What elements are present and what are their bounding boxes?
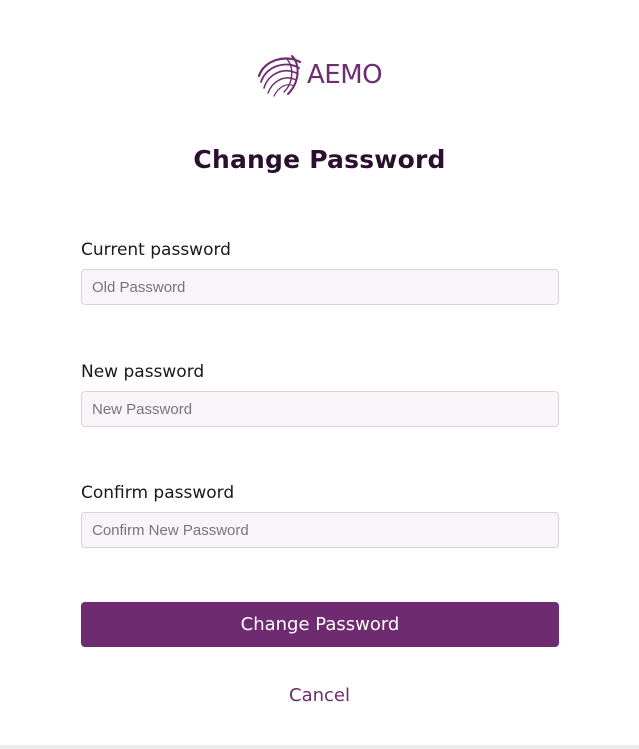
- change-password-page: AEMO Change Password Current password Ne…: [0, 0, 639, 749]
- aemo-logo: AEMO: [256, 52, 383, 98]
- new-password-label: New password: [81, 362, 205, 382]
- cancel-link[interactable]: Cancel: [0, 685, 639, 706]
- current-password-input[interactable]: [81, 269, 559, 305]
- change-password-button[interactable]: Change Password: [81, 602, 559, 647]
- page-title: Change Password: [193, 145, 446, 174]
- bottom-divider: [0, 745, 639, 749]
- confirm-password-label: Confirm password: [81, 483, 235, 503]
- aemo-swirl-logo-icon: [257, 55, 302, 97]
- brand-name: AEMO: [307, 60, 383, 90]
- confirm-password-group: Confirm password: [81, 482, 559, 548]
- current-password-group: Current password: [81, 239, 559, 305]
- new-password-group: New password: [81, 361, 559, 427]
- new-password-input[interactable]: [81, 391, 559, 427]
- current-password-label: Current password: [81, 240, 231, 260]
- confirm-password-input[interactable]: [81, 512, 559, 548]
